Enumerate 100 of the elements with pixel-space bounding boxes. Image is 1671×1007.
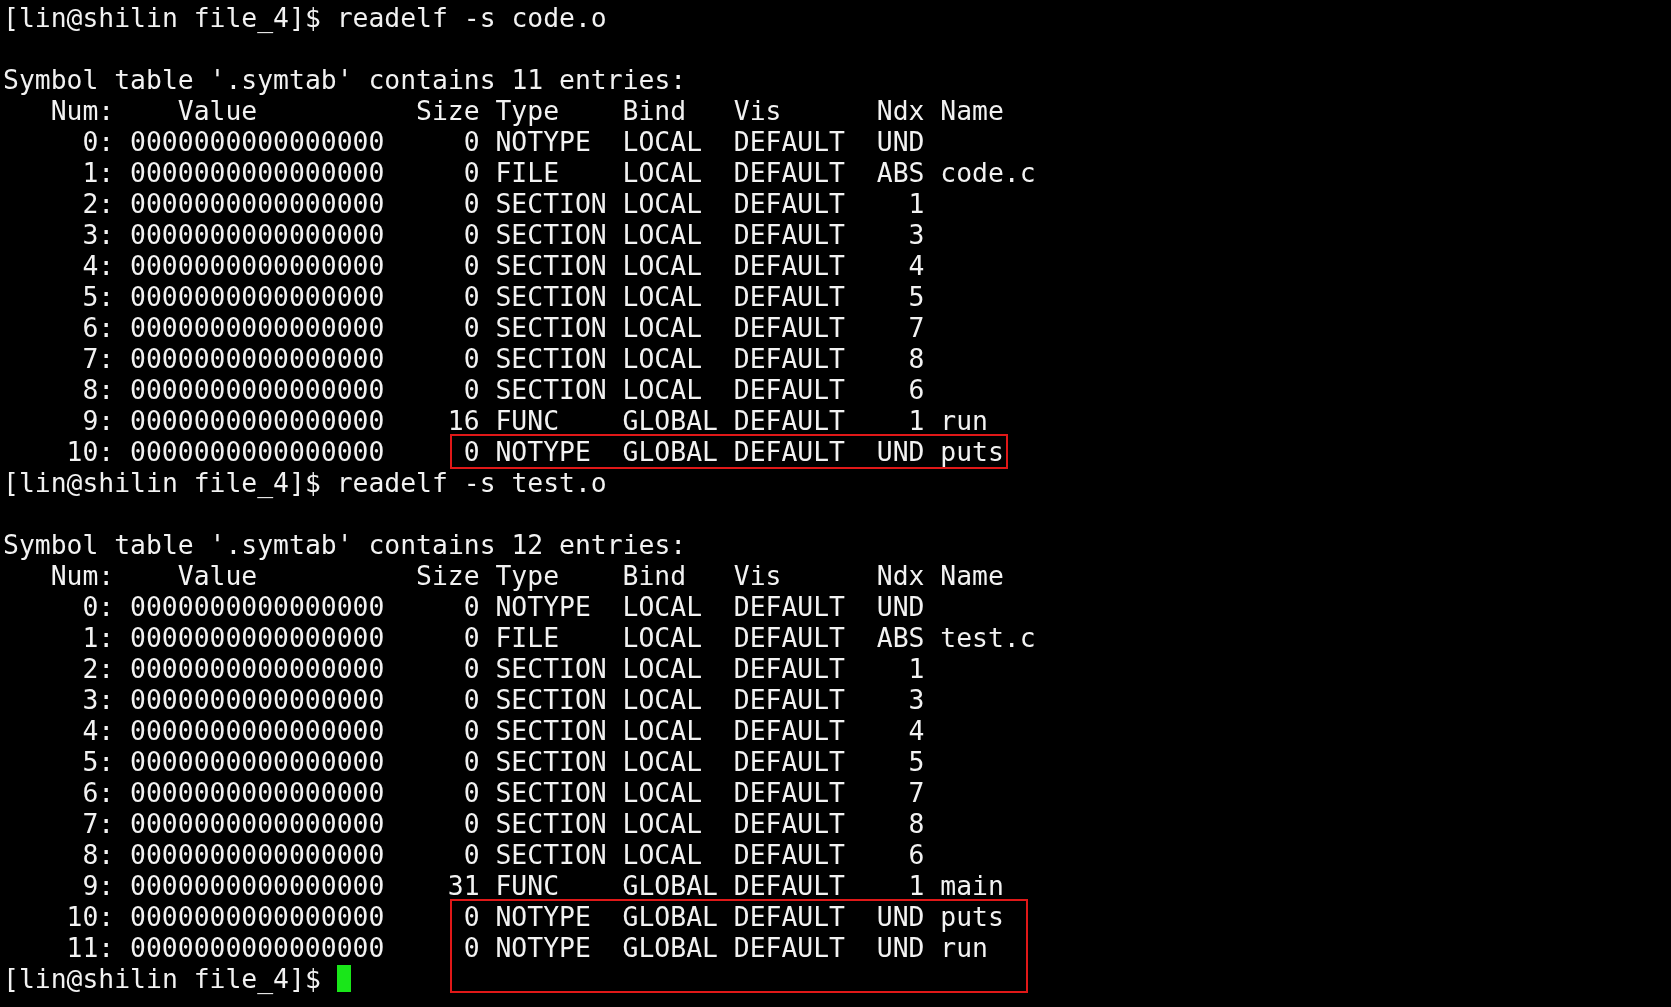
table-cell: 0:	[82, 126, 115, 157]
table-cell: 5:	[82, 281, 115, 312]
table-cell: 11:	[66, 932, 115, 963]
table-cell: DEFAULT	[733, 436, 845, 467]
table-cell: ABS	[876, 622, 925, 653]
table-cell: SECTION	[495, 343, 607, 374]
table-cell: 0000000000000000	[130, 219, 385, 250]
table-cell: DEFAULT	[733, 653, 845, 684]
table-cell: LOCAL	[622, 622, 703, 653]
table-cell: 1	[908, 653, 925, 684]
table-cell: NOTYPE	[495, 932, 591, 963]
table-cell: 0	[463, 126, 480, 157]
table-cell: 1:	[82, 157, 115, 188]
table-cell: NOTYPE	[495, 591, 591, 622]
table-cell: GLOBAL	[622, 901, 718, 932]
table-cell: 1	[908, 870, 925, 901]
table-cell: 6:	[82, 312, 115, 343]
table-cell: DEFAULT	[733, 343, 845, 374]
table-cell: 3:	[82, 684, 115, 715]
table-cell: 0000000000000000	[130, 839, 385, 870]
table-cell: 0	[463, 777, 480, 808]
table-cell: 0	[463, 839, 480, 870]
table-cell: DEFAULT	[733, 746, 845, 777]
table-cell: 0000000000000000	[130, 777, 385, 808]
table-cell: 3	[908, 684, 925, 715]
column-header: Type	[495, 95, 560, 126]
table-cell: UND	[876, 591, 925, 622]
table-cell: SECTION	[495, 219, 607, 250]
table-cell: 0:	[82, 591, 115, 622]
table-cell: 16	[447, 405, 480, 436]
table-cell: test.c	[940, 622, 1036, 653]
table-cell: DEFAULT	[733, 684, 845, 715]
table-cell: LOCAL	[622, 157, 703, 188]
table-cell: 9:	[82, 405, 115, 436]
table-cell: LOCAL	[622, 219, 703, 250]
table-cell: LOCAL	[622, 312, 703, 343]
table-cell: SECTION	[495, 839, 607, 870]
table-cell: GLOBAL	[622, 405, 718, 436]
table-cell: 0	[463, 250, 480, 281]
table-cell: 0	[463, 591, 480, 622]
table-cell: DEFAULT	[733, 312, 845, 343]
table-cell: 0	[463, 808, 480, 839]
table-cell: 0	[463, 157, 480, 188]
table-cell: 5	[908, 746, 925, 777]
table-cell: puts	[940, 901, 1004, 932]
table-cell: 0	[463, 653, 480, 684]
table-cell: SECTION	[495, 746, 607, 777]
table-cell: 3:	[82, 219, 115, 250]
table-cell: 4	[908, 250, 925, 281]
table-cell: UND	[876, 932, 925, 963]
table-cell: 0	[463, 622, 480, 653]
table-cell: LOCAL	[622, 188, 703, 219]
column-header: Ndx	[876, 560, 925, 591]
table-cell: 0000000000000000	[130, 281, 385, 312]
table-cell: SECTION	[495, 374, 607, 405]
table-cell: FUNC	[495, 405, 560, 436]
column-header: Bind	[622, 95, 687, 126]
table-cell: SECTION	[495, 281, 607, 312]
table-cell: 0	[463, 932, 480, 963]
table-cell: GLOBAL	[622, 870, 718, 901]
column-header: Num:	[50, 560, 115, 591]
table-cell: DEFAULT	[733, 591, 845, 622]
table-cell: 10:	[66, 436, 115, 467]
table-cell: 4:	[82, 250, 115, 281]
table-cell: 0000000000000000	[130, 653, 385, 684]
command-text: readelf -s code.o	[336, 2, 607, 33]
table-cell: LOCAL	[622, 281, 703, 312]
table-cell: 8	[908, 343, 925, 374]
column-header: Size	[416, 95, 480, 126]
column-header: Type	[495, 560, 560, 591]
column-header: Value	[177, 95, 258, 126]
table-cell: 0000000000000000	[130, 746, 385, 777]
table-cell: SECTION	[495, 715, 607, 746]
table-cell: 0000000000000000	[130, 622, 385, 653]
table-cell: 0000000000000000	[130, 126, 385, 157]
table-cell: FILE	[495, 622, 560, 653]
table-cell: main	[940, 870, 1004, 901]
table-cell: 5:	[82, 746, 115, 777]
table-cell: 0	[463, 343, 480, 374]
table-cell: LOCAL	[622, 808, 703, 839]
table-cell: 8	[908, 808, 925, 839]
table-cell: 4	[908, 715, 925, 746]
table-cell: 0000000000000000	[130, 374, 385, 405]
table-cell: NOTYPE	[495, 901, 591, 932]
table-cell: 6	[908, 374, 925, 405]
table-cell: LOCAL	[622, 591, 703, 622]
table-cell: LOCAL	[622, 777, 703, 808]
table-cell: DEFAULT	[733, 870, 845, 901]
table-cell: 0	[463, 684, 480, 715]
table-cell: DEFAULT	[733, 777, 845, 808]
column-header: Vis	[733, 560, 782, 591]
table-cell: SECTION	[495, 684, 607, 715]
table-cell: 9:	[82, 870, 115, 901]
table-cell: 5	[908, 281, 925, 312]
table-cell: LOCAL	[622, 839, 703, 870]
table-cell: LOCAL	[622, 126, 703, 157]
table-cell: SECTION	[495, 188, 607, 219]
table-cell: 0000000000000000	[130, 808, 385, 839]
table-cell: SECTION	[495, 653, 607, 684]
table-cell: 0	[463, 312, 480, 343]
